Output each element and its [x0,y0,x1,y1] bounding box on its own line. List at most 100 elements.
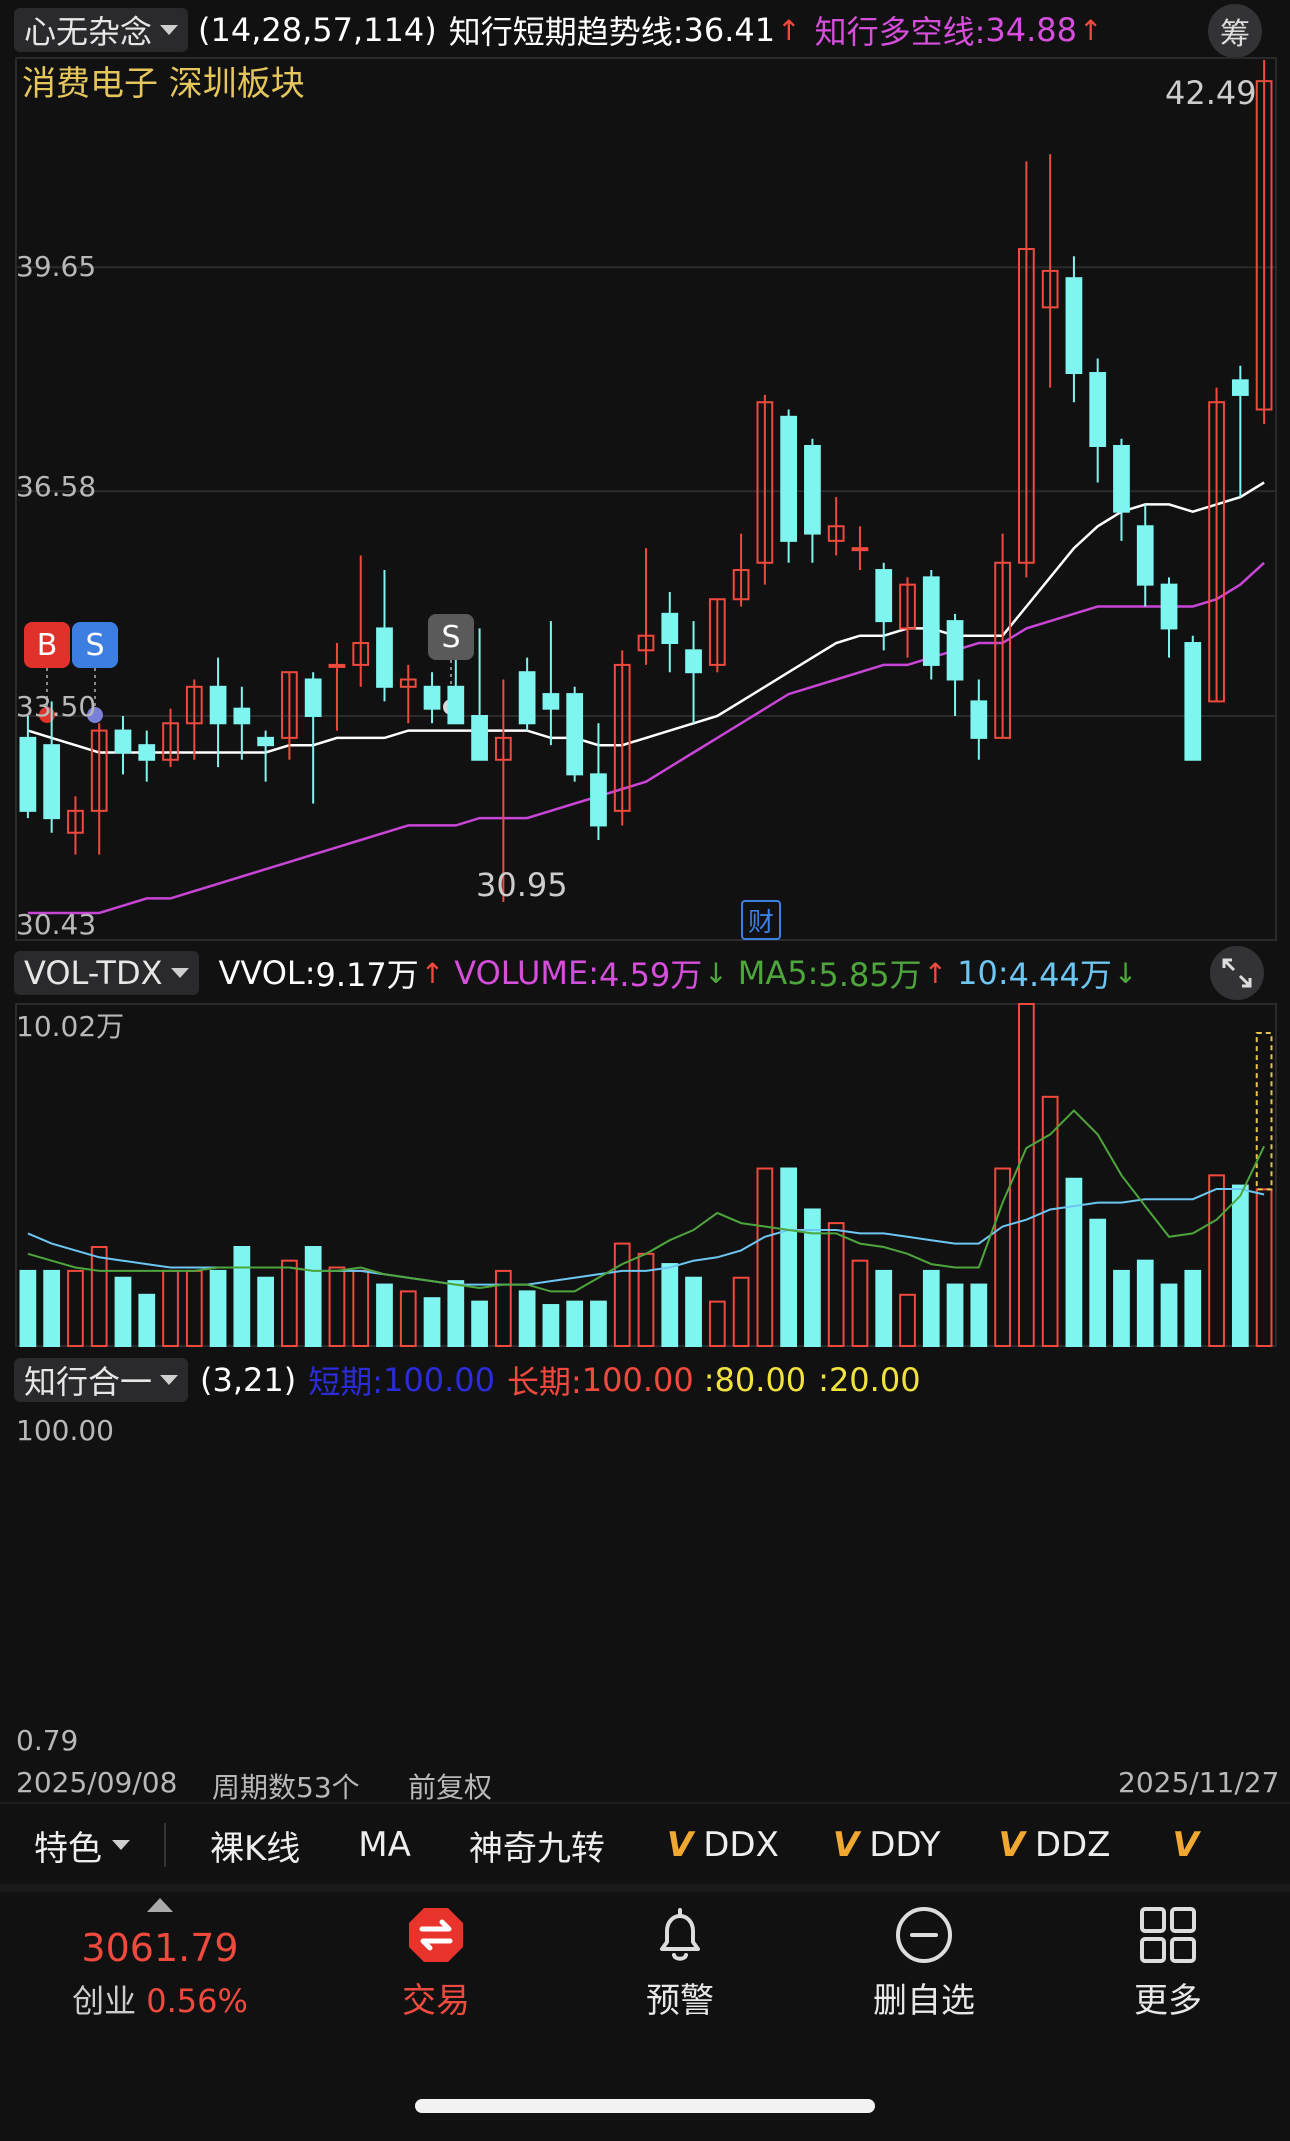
volume-max-label: 10.02万 [16,1010,125,1043]
price-low-label: 30.95 [476,866,568,904]
vip-icon: V [832,1825,860,1865]
volume-bar [661,1263,679,1348]
vip-icon: V [998,1825,1025,1865]
tab-naked-kline[interactable]: 裸K线 [210,1821,300,1870]
minus-circle-icon [896,1907,952,1963]
volume-bar [1208,1174,1225,1347]
price-level-4: 30.43 [16,908,97,941]
tab-separator [164,1823,166,1867]
tab-magic-nine[interactable]: 神奇九转 [469,1821,605,1870]
volume-label: VOLUME: [454,954,600,992]
nav-trade-label: 交易 [402,1981,470,2021]
volume-bar [257,1276,274,1348]
candle-down [1113,445,1130,513]
candle-down [518,671,536,725]
grid-icon [1140,1907,1196,1963]
volume-header: VOL-TDX VVOL: 9.17万 ↑ VOLUME: 4.59万 ↓ MA… [14,951,1137,995]
volume-bar [281,1259,298,1347]
index-name: 创业 [72,1982,137,2020]
osc-upper-label: :80.00 [703,1361,807,1399]
ma10-down-icon: ↓ [1113,956,1138,990]
candle-down [233,707,251,725]
nav-more-label: 更多 [1134,1981,1202,2021]
tab-ma[interactable]: MA [358,1825,411,1865]
candle-down [542,693,560,710]
nav-trade[interactable]: 交易 [346,1905,526,2022]
volume-bar [90,1246,108,1347]
tab-ddy-label: DDY [869,1825,941,1865]
volume-bar [138,1293,156,1347]
vvol-up-icon: ↑ [420,956,445,990]
ma10-value: 4.44万 [1008,956,1112,994]
finance-tag[interactable]: 财 [741,900,781,940]
volume-bar [946,1283,964,1347]
volume-bar [423,1297,441,1348]
candle-down [43,744,61,820]
volume-bar [970,1283,988,1347]
candle-down [471,714,488,761]
volume-bar [328,1266,346,1347]
candle-down [875,569,893,623]
nav-alert[interactable]: 预警 [590,1905,770,2022]
candle-down [804,445,821,535]
kline-chart[interactable] [0,0,1290,1400]
candle-down [1065,277,1083,375]
candle-down [922,576,940,666]
sell-signal[interactable]: S [72,622,118,668]
index-change: 0.56% [146,1982,248,2020]
index-up-arrow-icon [147,1898,173,1912]
tab-ddz[interactable]: V DDZ [998,1825,1110,1865]
volume-bar [447,1280,465,1347]
price-max-label: 42.49 [1165,74,1257,112]
candle-down [114,729,132,754]
tab-feature-label: 特色 [34,1828,102,1869]
adjust-mode: 前复权 [408,1771,493,1804]
candle-up [851,547,869,552]
volume-bar [471,1300,488,1348]
volume-bar [114,1276,132,1348]
volume-bar [1160,1283,1178,1347]
volume-bar [185,1269,203,1347]
nav-remove-label: 删自选 [873,1981,975,2021]
candle-down [257,736,274,747]
volume-bar [209,1269,227,1347]
volume-bar [732,1276,750,1348]
volume-bar [780,1167,798,1348]
volume-bar [304,1246,322,1347]
nav-alert-label: 预警 [646,1981,714,2021]
end-date: 2025/11/27 [1118,1766,1280,1799]
tab-feature[interactable]: 特色 [34,1821,130,1870]
sell-signal-grey[interactable]: S [428,614,474,660]
candle-down [19,736,37,812]
tabs-divider-bottom [0,1884,1290,1892]
osc-lower-label: :20.00 [818,1361,921,1399]
vip-icon: V [1172,1825,1199,1865]
oscillator-dropdown[interactable]: 知行合一 [14,1358,189,1402]
buy-signal[interactable]: B [24,622,70,668]
volume-bar [637,1252,655,1348]
volume-bar [162,1269,179,1347]
volume-bar [1089,1218,1107,1347]
candle-down [946,620,964,681]
candle-down [1136,525,1154,586]
nav-more[interactable]: 更多 [1078,1905,1258,2022]
ma5-up-icon: ↑ [923,956,948,990]
bell-icon [660,1908,700,1961]
expand-button[interactable] [1210,946,1264,1000]
volume-bar [1136,1259,1154,1347]
period-count: 周期数53个 [212,1771,360,1804]
osc-bottom-label: 0.79 [16,1724,79,1757]
volume-bar [1018,1003,1035,1347]
nav-remove-watchlist[interactable]: 删自选 [834,1905,1014,2022]
price-level-1: 39.65 [16,250,97,283]
volume-bar [376,1283,393,1347]
tab-ddx[interactable]: V DDX [667,1825,779,1865]
volume-bar [922,1269,940,1347]
volume-indicator-dropdown[interactable]: VOL-TDX [14,951,199,995]
candle-down [138,744,156,761]
volume-bar [1184,1269,1202,1347]
osc-top-label: 100.00 [16,1414,114,1447]
index-ticker[interactable]: 3061.79 创业 0.56% [50,1898,270,2022]
tab-ddy[interactable]: V DDY [833,1825,941,1865]
volume-bar [613,1242,631,1347]
